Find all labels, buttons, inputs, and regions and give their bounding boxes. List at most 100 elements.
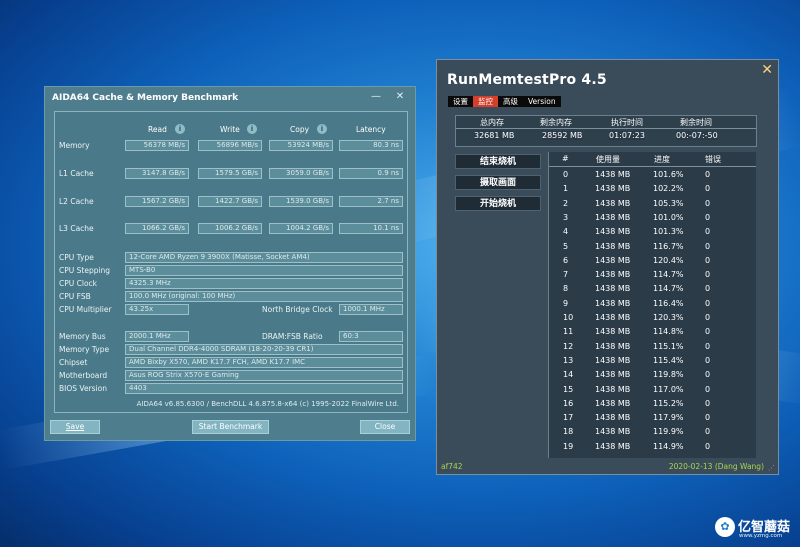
row-progress: 101.3%: [653, 227, 684, 237]
row-progress: 117.9%: [653, 413, 684, 423]
motherboard-value: Asus ROG Strix X570-E Gaming: [125, 370, 403, 381]
row-progress: 115.4%: [653, 355, 684, 365]
motherboard-label: Motherboard: [59, 371, 108, 380]
total-memory-value: 32681 MB: [474, 131, 515, 140]
memory-bus-value: 2000.1 MHz: [125, 331, 189, 342]
cpu-fsb-label: CPU FSB: [59, 292, 91, 301]
menu-monitor[interactable]: 监控: [473, 96, 498, 107]
table-row: 17 1438 MB 117.9% 0: [549, 411, 756, 425]
row-usage: 1438 MB: [595, 370, 631, 380]
row-progress: 102.2%: [653, 184, 684, 194]
total-memory-header: 总内存: [480, 118, 504, 127]
close-icon[interactable]: ✕: [761, 62, 773, 78]
row-progress: 115.1%: [653, 341, 684, 351]
row-errors: 0: [705, 341, 711, 351]
row-index: 13: [563, 355, 574, 365]
close-button-label: Close: [374, 422, 396, 431]
table-row: 7 1438 MB 114.7% 0: [549, 268, 756, 282]
table-row: 11 1438 MB 114.8% 0: [549, 325, 756, 339]
dram-ratio-label: DRAM:FSB Ratio: [262, 332, 323, 341]
row-index: 16: [563, 398, 574, 408]
close-button[interactable]: Close: [360, 420, 410, 434]
info-icon[interactable]: i: [317, 124, 327, 134]
row-progress: 119.8%: [653, 370, 684, 380]
minimize-button[interactable]: —: [369, 90, 383, 104]
aida64-window: AIDA64 Cache & Memory Benchmark — ✕ Read…: [44, 86, 416, 441]
elapsed-time-header: 执行时间: [611, 118, 643, 127]
row-errors: 0: [705, 255, 711, 265]
row-errors: 0: [705, 398, 711, 408]
col-copy: Copy: [290, 125, 310, 134]
row-index: 5: [563, 241, 569, 251]
aida64-titlebar[interactable]: AIDA64 Cache & Memory Benchmark — ✕: [45, 87, 415, 109]
row-usage: 1438 MB: [595, 212, 631, 222]
row-index: 18: [563, 427, 574, 437]
row-usage: 1438 MB: [595, 398, 631, 408]
aida64-title: AIDA64 Cache & Memory Benchmark: [52, 93, 239, 103]
row-index: 8: [563, 284, 569, 294]
dram-ratio-value: 60:3: [339, 331, 403, 342]
table-row: 18 1438 MB 119.9% 0: [549, 425, 756, 439]
memory-type-value: Dual Channel DDR4-4000 SDRAM (18-20-20-3…: [125, 344, 403, 355]
menu-settings[interactable]: 设置: [448, 96, 473, 107]
col-usage: 使用量: [596, 155, 620, 164]
row-usage: 1438 MB: [595, 198, 631, 208]
row-index: 14: [563, 370, 574, 380]
free-memory-header: 剩余内存: [540, 118, 572, 127]
close-icon[interactable]: ✕: [393, 90, 407, 104]
remaining-time-value: 00:-07:-50: [676, 131, 718, 140]
row-progress: 116.4%: [653, 298, 684, 308]
memory-write: 56896 MB/s: [198, 140, 262, 151]
menu-version[interactable]: Version: [523, 96, 561, 107]
row-index: 12: [563, 341, 574, 351]
capture-screen-button[interactable]: 摄取画面: [455, 175, 541, 190]
thread-table: # 使用量 进度 错误 0 1438 MB 101.6% 0 1 1438 MB 102.2…: [548, 152, 756, 458]
cpu-stepping-label: CPU Stepping: [59, 266, 111, 275]
cpu-type-label: CPU Type: [59, 253, 94, 262]
row-usage: 1438 MB: [595, 441, 631, 451]
row-errors: 0: [705, 227, 711, 237]
info-icon[interactable]: i: [175, 124, 185, 134]
memory-bus-label: Memory Bus: [59, 332, 106, 341]
summary-divider: [456, 128, 756, 129]
start-benchmark-button[interactable]: Start Benchmark: [192, 420, 269, 434]
info-icon[interactable]: i: [247, 124, 257, 134]
save-button-label: Save: [65, 422, 85, 431]
row-errors: 0: [705, 170, 711, 179]
row-index: 0: [563, 170, 569, 179]
l3-read: 1066.2 GB/s: [125, 223, 189, 234]
row-index: 1: [563, 184, 569, 194]
l2-read: 1567.2 GB/s: [125, 196, 189, 207]
row-usage: 1438 MB: [595, 170, 631, 179]
start-benchmark-label: Start Benchmark: [198, 422, 263, 431]
memory-copy: 53924 MB/s: [269, 140, 333, 151]
l1-write: 1579.5 GB/s: [198, 168, 262, 179]
start-burn-button[interactable]: 开始烧机: [455, 196, 541, 211]
row-index: 7: [563, 270, 569, 280]
row-label-l2: L2 Cache: [59, 197, 94, 206]
row-errors: 0: [705, 270, 711, 280]
row-usage: 1438 MB: [595, 313, 631, 322]
cpu-multiplier-value: 43.25x: [125, 304, 189, 315]
row-progress: 101.6%: [653, 170, 684, 179]
row-progress: 119.9%: [653, 427, 684, 437]
table-row: 10 1438 MB 120.3% 0: [549, 311, 756, 325]
bios-label: BIOS Version: [59, 384, 107, 393]
menu-advanced[interactable]: 高级: [498, 96, 523, 107]
table-row: 2 1438 MB 105.3% 0: [549, 197, 756, 211]
row-index: 15: [563, 384, 574, 394]
row-progress: 114.9%: [653, 441, 684, 451]
row-index: 10: [563, 313, 574, 322]
stop-burn-button[interactable]: 结束烧机: [455, 154, 541, 169]
cpu-multiplier-label: CPU Multiplier: [59, 305, 112, 314]
row-usage: 1438 MB: [595, 298, 631, 308]
row-usage: 1438 MB: [595, 227, 631, 237]
save-button[interactable]: Save: [50, 420, 100, 434]
l3-write: 1006.2 GB/s: [198, 223, 262, 234]
row-errors: 0: [705, 313, 711, 322]
resize-grip-icon[interactable]: ⋰: [768, 464, 776, 472]
l1-latency: 0.9 ns: [339, 168, 403, 179]
row-index: 11: [563, 327, 574, 337]
table-row: 3 1438 MB 101.0% 0: [549, 211, 756, 225]
status-id: af742: [441, 462, 463, 471]
